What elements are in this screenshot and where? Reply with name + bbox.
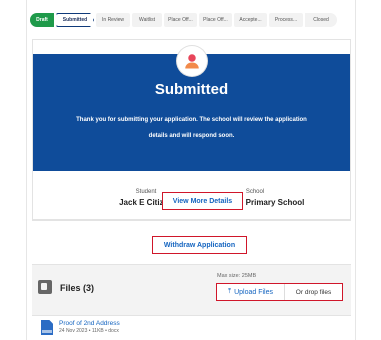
view-more-details-button[interactable]: View More Details [162, 192, 243, 210]
max-size-label: Max size: 25MB [217, 273, 257, 279]
upload-area: ⤒ Upload Files Or drop files [216, 283, 343, 301]
upload-files-button[interactable]: ⤒ Upload Files [217, 284, 285, 300]
step-place-offer-accepted: Place Off... [199, 13, 232, 27]
avatar [177, 46, 207, 76]
upload-icon: ⤒ [227, 288, 232, 295]
file-name[interactable]: Proof of 2nd Address [59, 320, 120, 327]
application-progress-stepper: Draft Submitted In Review Waitlist Place… [30, 13, 350, 27]
step-closed: Closed [305, 13, 337, 27]
user-icon [185, 54, 199, 69]
status-title: Submitted [154, 81, 229, 98]
section-divider [32, 220, 351, 221]
file-meta: 24 Nov 2023 • 11KB • docx [59, 328, 119, 334]
drop-files-zone[interactable]: Or drop files [285, 284, 342, 300]
doc-icon [41, 320, 53, 335]
step-in-review: In Review [96, 13, 130, 27]
student-label: Student [135, 189, 157, 195]
step-waitlist: Waitlist [132, 13, 162, 27]
school-label: School [245, 189, 265, 195]
upload-files-label: Upload Files [234, 288, 274, 296]
step-processing: Process... [269, 13, 303, 27]
step-place-offered: Place Off... [164, 13, 197, 27]
step-accepted: Accepte... [234, 13, 267, 27]
file-list-item[interactable]: Proof of 2nd Address 24 Nov 2023 • 11KB … [32, 315, 351, 340]
withdraw-application-button[interactable]: Withdraw Application [152, 236, 247, 254]
step-submitted: Submitted [56, 13, 94, 27]
status-message: Thank you for submitting your applicatio… [76, 117, 307, 139]
files-panel: Files (3) Max size: 25MB ⤒ Upload Files … [32, 264, 351, 340]
step-draft: Draft [30, 13, 54, 27]
folder-icon [38, 280, 52, 294]
files-title: Files (3) [60, 283, 95, 293]
